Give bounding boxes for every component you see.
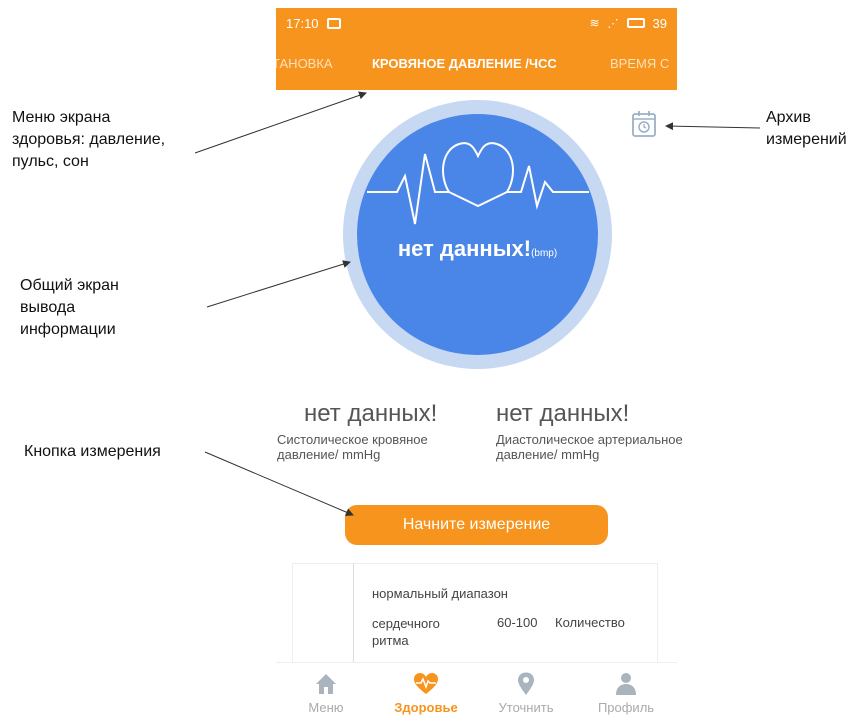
- range-values: 60-100: [497, 615, 538, 630]
- heart-pulse-icon: [367, 142, 589, 225]
- arrow-archive: [665, 122, 761, 131]
- heart-icon: [414, 673, 438, 694]
- battery-icon: [626, 18, 645, 28]
- start-measurement-button[interactable]: Начните измерение: [345, 505, 608, 545]
- diastolic-label: Диастолическое артериальное давление/ mm…: [496, 432, 683, 462]
- normal-range-table: [292, 563, 658, 663]
- annotation-measure-button: Кнопка измерения: [24, 443, 161, 460]
- signal-icon: ⋰: [607, 17, 619, 30]
- arrow-health-menu: [194, 91, 367, 154]
- bottom-nav: Меню Здоровье Уточнить Профиль: [276, 662, 677, 719]
- image-notification-icon: [326, 17, 341, 29]
- tab-settings[interactable]: ТАНОВКА: [276, 56, 333, 71]
- home-icon: [316, 674, 336, 694]
- battery-level: 39: [652, 15, 667, 31]
- gauge-value-text: нет данных!: [397, 236, 532, 261]
- range-title: нормальный диапазон: [372, 586, 508, 601]
- status-bar: 17:10 ≋ ⋰ 39: [276, 8, 677, 38]
- range-count: Количество: [555, 615, 625, 630]
- nav-profile-label: Профиль: [597, 700, 655, 715]
- systolic-label: Систолическое кровяное давление/ mmHg: [277, 432, 428, 462]
- annotation-display: Общий экран вывода информации: [20, 277, 119, 338]
- gauge-value: нет данных!(bmp): [357, 236, 598, 262]
- archive-history-icon[interactable]: [631, 110, 657, 138]
- nav-health[interactable]: Здоровье: [376, 663, 476, 717]
- annotation-archive: Архив измерений: [766, 109, 847, 148]
- nav-profile[interactable]: Профиль: [576, 663, 676, 717]
- annotation-health-menu: Меню экрана здоровья: давление, пульс, с…: [12, 109, 166, 170]
- nav-menu-label: Меню: [308, 700, 344, 715]
- profile-icon: [616, 673, 636, 695]
- gauge-unit: (bmp): [531, 248, 558, 259]
- wifi-icon: ≋: [589, 16, 600, 30]
- nav-refine[interactable]: Уточнить: [476, 663, 576, 717]
- diastolic-value: нет данных!: [496, 400, 630, 427]
- systolic-value: нет данных!: [304, 400, 438, 427]
- status-time: 17:10: [286, 15, 319, 31]
- arrow-display: [206, 260, 351, 308]
- table-divider: [353, 563, 354, 663]
- nav-menu[interactable]: Меню: [276, 663, 376, 717]
- tab-blood-pressure[interactable]: КРОВЯНОЕ ДАВЛЕНИЕ /ЧСС: [372, 56, 557, 71]
- location-icon: [518, 672, 534, 695]
- nav-health-label: Здоровье: [394, 700, 458, 715]
- nav-refine-label: Уточнить: [498, 700, 554, 715]
- range-label: сердечного ритма: [372, 616, 440, 648]
- tab-sleep-time[interactable]: ВРЕМЯ С: [610, 56, 669, 71]
- health-tabbar: ТАНОВКА КРОВЯНОЕ ДАВЛЕНИЕ /ЧСС ВРЕМЯ С: [276, 38, 677, 90]
